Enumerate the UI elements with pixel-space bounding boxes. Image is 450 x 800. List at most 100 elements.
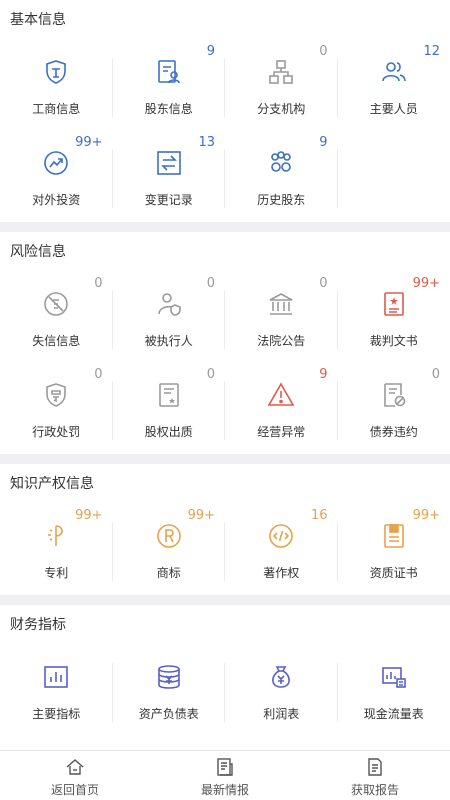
- count-badge: 9: [319, 135, 328, 150]
- home-icon: [65, 757, 85, 777]
- nav-label: 返回首页: [50, 783, 99, 797]
- item-label: 资产负债表: [138, 707, 199, 721]
- item-label: 行政处罚: [32, 425, 81, 439]
- equity-doc-icon: [155, 381, 183, 409]
- bottom-nav-bar: 返回首页 最新情报 获取报告: [0, 750, 450, 800]
- item-label: 著作权: [263, 566, 300, 580]
- nav-latest-news[interactable]: 最新情报: [150, 751, 300, 800]
- risk-info-grid: 0 失信信息 0 被执行人 0 法院公告 99+ 裁判文书 0 行政处罚 0 股…: [0, 272, 450, 454]
- item-equity-pledge[interactable]: 0 股权出质: [113, 363, 226, 454]
- nav-back-home[interactable]: 返回首页: [0, 751, 150, 800]
- ip-info-grid: 99+ 专利 99+ 商标 16 著作权 99+ 资质证书: [0, 504, 450, 595]
- item-label: 债券违约: [369, 425, 418, 439]
- bond-default-icon: [380, 381, 408, 409]
- item-change-records[interactable]: 13 变更记录: [113, 131, 226, 222]
- trend-circle-icon: [42, 149, 70, 177]
- warning-icon: [267, 381, 295, 409]
- count-badge: 0: [206, 367, 215, 382]
- item-label: 主要指标: [32, 707, 81, 721]
- item-shareholder-info[interactable]: 9 股东信息: [113, 40, 226, 131]
- count-badge: 0: [319, 276, 328, 291]
- count-badge: 99+: [187, 508, 215, 523]
- section-gap: [0, 454, 450, 464]
- section-finance: 财务指标 主要指标 资产负债表 利润表 现金流量表: [0, 605, 450, 736]
- item-label: 经营异常: [257, 425, 306, 439]
- item-trademark[interactable]: 99+ 商标: [113, 504, 226, 595]
- item-history-shareholders[interactable]: 9 历史股东: [225, 131, 338, 222]
- trademark-icon: [155, 522, 183, 550]
- item-balance-sheet[interactable]: 资产负债表: [113, 645, 226, 736]
- item-label: 现金流量表: [363, 707, 424, 721]
- item-income-statement[interactable]: 利润表: [225, 645, 338, 736]
- shield-icon: [42, 58, 70, 86]
- item-label: 裁判文书: [369, 334, 418, 348]
- item-qualification-cert[interactable]: 99+ 资质证书: [338, 504, 450, 595]
- bar-chart-icon: [42, 663, 70, 691]
- section-gap: [0, 222, 450, 232]
- item-admin-penalty[interactable]: 0 行政处罚: [0, 363, 113, 454]
- org-tree-icon: [267, 58, 295, 86]
- item-investments[interactable]: 99+ 对外投资: [0, 131, 113, 222]
- item-label: 商标: [156, 566, 181, 580]
- section-title: 财务指标: [10, 617, 66, 633]
- section-title: 基本信息: [10, 12, 66, 28]
- news-icon: [215, 757, 235, 777]
- item-label: 对外投资: [32, 193, 81, 207]
- section-title: 风险信息: [10, 244, 66, 260]
- coin-stack-icon: [155, 663, 183, 691]
- count-badge: 9: [319, 367, 328, 382]
- item-business-abnormal[interactable]: 9 经营异常: [225, 363, 338, 454]
- count-badge: 12: [423, 44, 440, 59]
- item-label: 工商信息: [32, 102, 81, 116]
- item-key-personnel[interactable]: 12 主要人员: [338, 40, 450, 131]
- item-label: 法院公告: [257, 334, 306, 348]
- item-bond-default[interactable]: 0 债券违约: [338, 363, 450, 454]
- shareholder-doc-icon: [155, 58, 183, 86]
- section-ip-info: 知识产权信息 99+ 专利 99+ 商标 16 著作权 99+ 资质证书: [0, 464, 450, 595]
- item-label: 股权出质: [144, 425, 193, 439]
- item-label: 利润表: [263, 707, 300, 721]
- basic-info-grid: 工商信息 9 股东信息 0 分支机构 12 主要人员 99+ 对外投资 13 变…: [0, 40, 450, 222]
- court-icon: [267, 290, 295, 318]
- count-badge: 9: [206, 44, 215, 59]
- item-label: 资质证书: [369, 566, 418, 580]
- count-badge: 16: [310, 508, 328, 523]
- no-credit-icon: [42, 290, 70, 318]
- section-title: 知识产权信息: [10, 476, 94, 492]
- item-dishonest-info[interactable]: 0 失信信息: [0, 272, 113, 363]
- certificate-icon: [380, 522, 408, 550]
- item-label: 历史股东: [257, 193, 306, 207]
- item-label: 分支机构: [257, 102, 306, 116]
- item-court-notice[interactable]: 0 法院公告: [225, 272, 338, 363]
- finance-grid: 主要指标 资产负债表 利润表 现金流量表: [0, 645, 450, 736]
- item-business-info[interactable]: 工商信息: [0, 40, 113, 131]
- count-badge: 99+: [412, 508, 440, 523]
- item-cash-flow[interactable]: 现金流量表: [338, 645, 450, 736]
- copyright-code-icon: [267, 522, 295, 550]
- count-badge: 0: [319, 44, 328, 59]
- section-risk-info: 风险信息 0 失信信息 0 被执行人 0 法院公告 99+ 裁判文书 0 行政处…: [0, 232, 450, 454]
- section-basic-info: 基本信息 工商信息 9 股东信息 0 分支机构 12 主要人员 99+ 对外投资…: [0, 0, 450, 222]
- exchange-icon: [155, 149, 183, 177]
- people-icon: [380, 58, 408, 86]
- penalty-shield-icon: [42, 381, 70, 409]
- item-label: 被执行人: [144, 334, 193, 348]
- count-badge: 0: [94, 367, 103, 382]
- count-badge: 0: [94, 276, 103, 291]
- item-copyright[interactable]: 16 著作权: [225, 504, 338, 595]
- nav-get-report[interactable]: 获取报告: [300, 751, 450, 800]
- nav-label: 获取报告: [350, 783, 399, 797]
- item-patent[interactable]: 99+ 专利: [0, 504, 113, 595]
- count-badge: 13: [198, 135, 215, 150]
- item-executed-person[interactable]: 0 被执行人: [113, 272, 226, 363]
- report-icon: [365, 757, 385, 777]
- count-badge: 0: [431, 367, 440, 382]
- item-judgment-docs[interactable]: 99+ 裁判文书: [338, 272, 450, 363]
- item-key-indicators[interactable]: 主要指标: [0, 645, 113, 736]
- patent-icon: [42, 522, 70, 550]
- item-branches[interactable]: 0 分支机构: [225, 40, 338, 131]
- group-icon: [267, 149, 295, 177]
- count-badge: 99+: [75, 135, 103, 150]
- judgment-doc-icon: [380, 290, 408, 318]
- item-label: 主要人员: [369, 102, 418, 116]
